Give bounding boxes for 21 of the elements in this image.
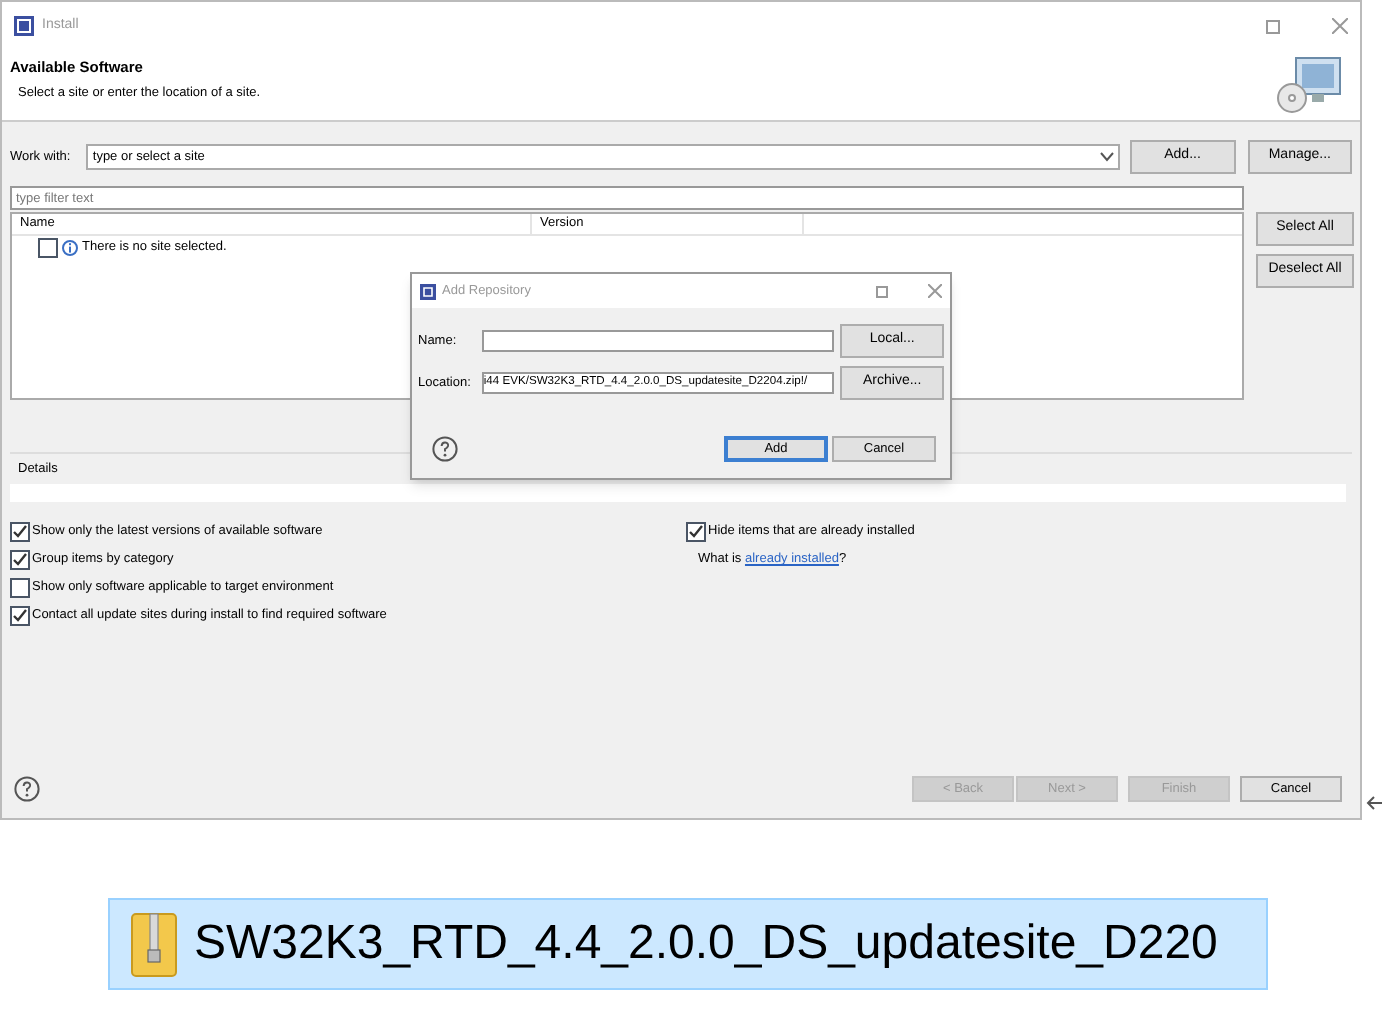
dropdown-caret-icon xyxy=(1099,152,1114,162)
zip-folder-icon xyxy=(130,910,178,978)
app-icon xyxy=(14,16,34,36)
maximize-icon[interactable] xyxy=(1266,19,1280,33)
name-field[interactable] xyxy=(481,330,835,352)
zip-file-item[interactable]: SW32K3_RTD_4.4_2.0.0_DS_updatesite_D220 xyxy=(108,898,1268,990)
maximize-icon[interactable] xyxy=(876,285,888,297)
checkbox[interactable] xyxy=(10,578,30,598)
checkbox[interactable] xyxy=(10,606,30,626)
checkbox[interactable] xyxy=(686,522,706,542)
app-icon xyxy=(420,283,436,299)
arrow-icon xyxy=(1366,794,1384,812)
help-icon[interactable] xyxy=(432,436,458,462)
info-icon xyxy=(62,239,78,255)
file-name: SW32K3_RTD_4.4_2.0.0_DS_updatesite_D220 xyxy=(194,914,1218,974)
close-icon[interactable] xyxy=(1332,18,1348,34)
checkbox[interactable] xyxy=(38,237,58,257)
checkbox[interactable] xyxy=(10,522,30,542)
help-icon[interactable] xyxy=(14,776,40,802)
close-icon[interactable] xyxy=(928,284,942,298)
checkbox[interactable] xyxy=(10,550,30,570)
